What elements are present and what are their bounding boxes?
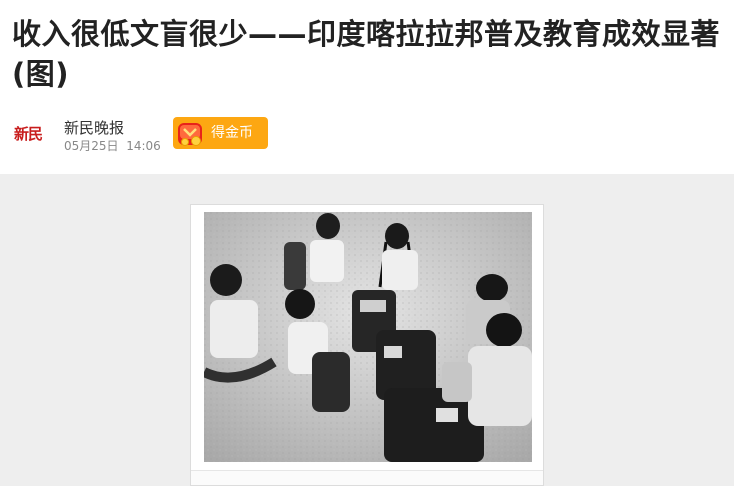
- article-photo[interactable]: [204, 212, 532, 462]
- source-logo[interactable]: 新民: [14, 122, 48, 146]
- publish-clock: 14:06: [126, 139, 161, 153]
- photo-caption-strip: [191, 470, 543, 485]
- publish-date: 05月25日: [64, 139, 119, 153]
- coin-purse-icon: [178, 123, 202, 146]
- get-coins-label: 得金币: [211, 125, 253, 141]
- article-meta: 新民 新民晚报 05月25日 14:06 得金币: [12, 116, 712, 156]
- source-name[interactable]: 新民晚报: [64, 117, 124, 138]
- get-coins-button[interactable]: 得金币: [173, 117, 268, 149]
- article-body: [0, 174, 734, 486]
- article-title: 收入很低文盲很少——印度喀拉拉邦普及教育成效显著(图): [12, 17, 721, 91]
- photo-frame: [190, 204, 544, 486]
- publish-time: 05月25日 14:06: [64, 137, 161, 154]
